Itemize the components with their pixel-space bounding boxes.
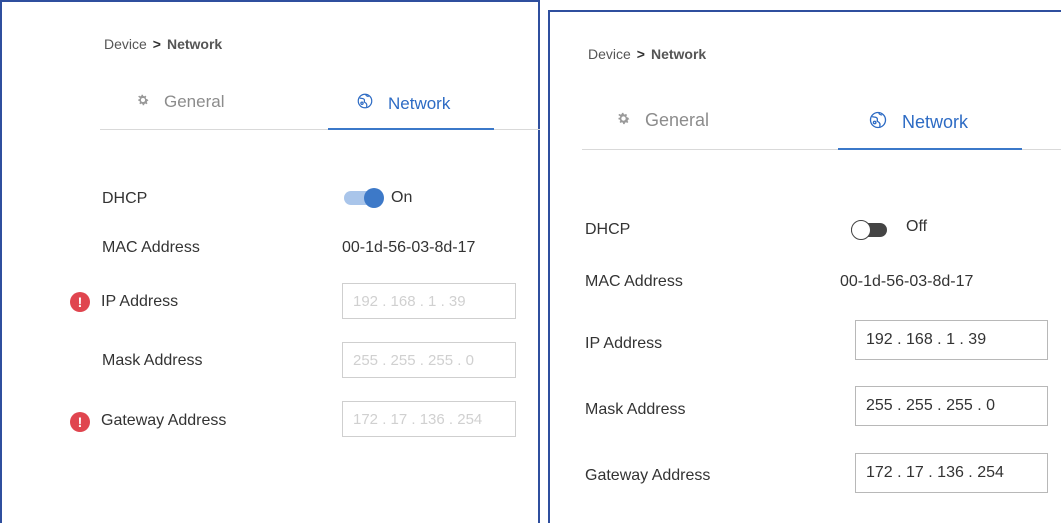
breadcrumb-device[interactable]: Device [104,36,147,52]
mac-address-value: 00-1d-56-03-8d-17 [342,239,476,256]
tab-general[interactable]: General [616,110,709,131]
ip-address-label: IP Address [101,293,179,310]
ip-address-field[interactable]: 192 . 168 . 1 . 39 [855,320,1048,360]
mask-address-field[interactable]: 255 . 255 . 255 . 0 [855,386,1048,426]
gateway-address-field[interactable]: 172 . 17 . 136 . 254 [855,453,1048,493]
ip-address-label: IP Address [585,335,663,352]
tab-network[interactable]: Network [868,110,968,135]
globe-network-icon [868,110,888,135]
globe-network-icon [356,92,374,115]
breadcrumb-separator: > [636,46,645,62]
network-panel-dhcp-on: Device > Network General Network DHCP On M… [0,0,540,523]
tab-general-label: General [164,92,225,111]
breadcrumb: Device > Network [104,36,222,52]
dhcp-state: On [391,189,413,206]
dhcp-toggle[interactable] [344,188,384,208]
breadcrumb: Device > Network [588,46,706,62]
dhcp-label: DHCP [585,221,631,238]
tab-general[interactable]: General [136,92,224,112]
mask-address-field[interactable]: 255 . 255 . 255 . 0 [342,342,516,378]
network-panel-dhcp-off: Device > Network General Network DHCP Off … [548,10,1061,523]
mac-address-label: MAC Address [102,239,200,256]
dhcp-label: DHCP [102,190,148,207]
tab-network-label: Network [902,112,969,132]
breadcrumb-current: Network [650,46,707,62]
gateway-address-label: Gateway Address [101,412,227,429]
breadcrumb-separator: > [152,36,161,52]
ip-error-icon: ! [70,292,90,312]
gateway-address-field[interactable]: 172 . 17 . 136 . 254 [342,401,516,437]
tab-general-label: General [645,110,710,130]
ip-address-field[interactable]: 192 . 168 . 1 . 39 [342,283,516,319]
tab-network-label: Network [388,93,451,113]
dhcp-state: Off [906,218,928,235]
gateway-address-label: Gateway Address [585,467,711,484]
mac-address-value: 00-1d-56-03-8d-17 [840,273,974,290]
dhcp-toggle[interactable] [851,220,891,240]
tab-network[interactable]: Network [356,92,450,115]
mask-address-label: Mask Address [585,401,686,418]
gateway-error-icon: ! [70,412,90,432]
gear-icon [616,110,631,131]
breadcrumb-current: Network [166,36,223,52]
tab-active-indicator [328,128,494,130]
mask-address-label: Mask Address [102,352,203,369]
gear-icon [136,92,150,112]
mac-address-label: MAC Address [585,273,683,290]
tab-active-indicator [838,148,1022,150]
breadcrumb-device[interactable]: Device [588,46,631,62]
